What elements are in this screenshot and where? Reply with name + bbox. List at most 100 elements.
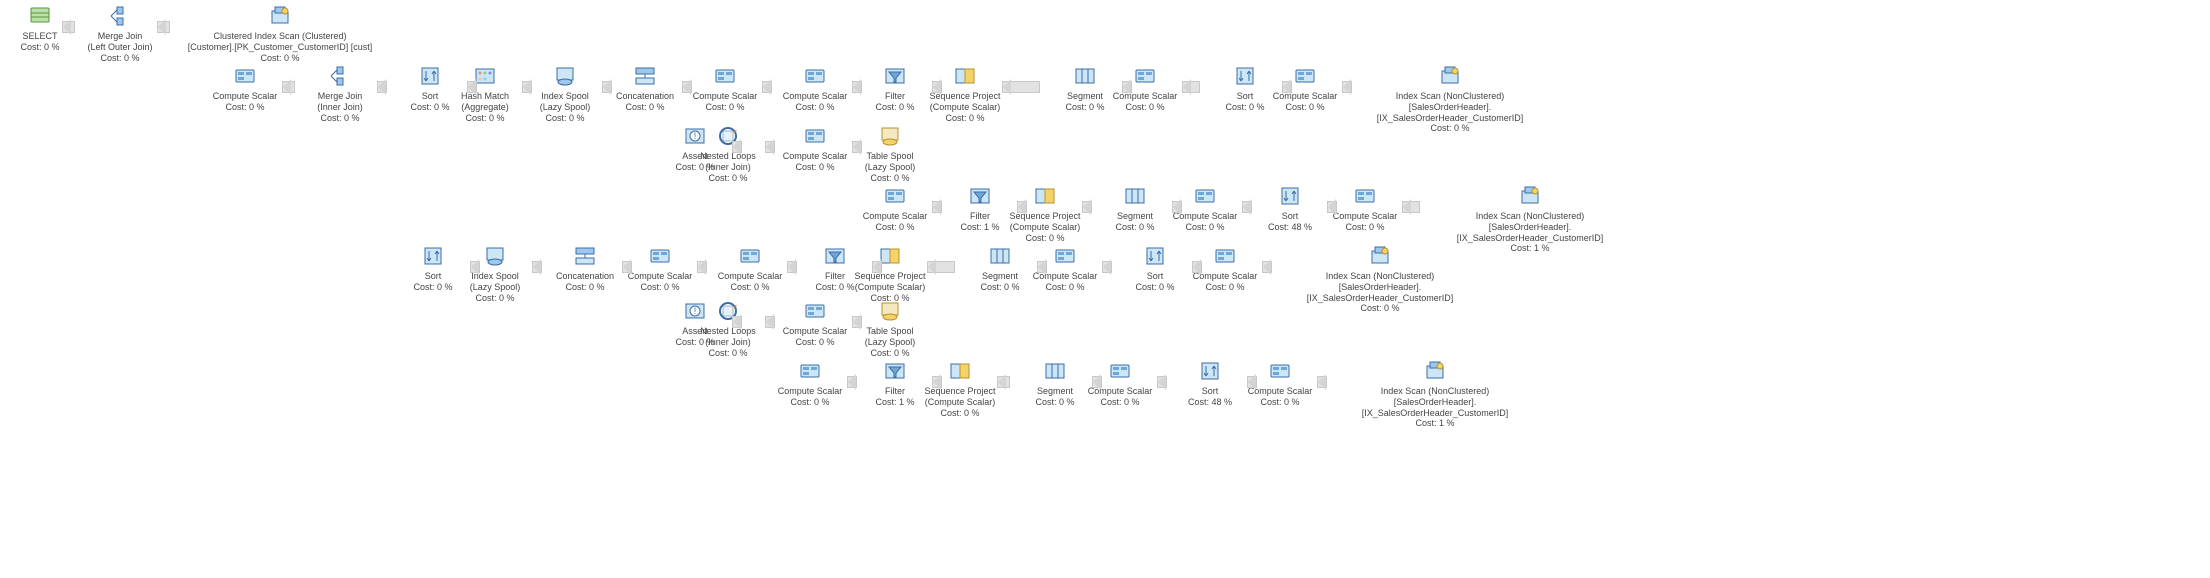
arrow	[1172, 201, 1182, 213]
computescalar-icon	[1194, 185, 1216, 207]
computescalar-icon	[1109, 360, 1131, 382]
node-cost: Cost: 0 %	[1160, 222, 1250, 233]
computescalar-icon	[714, 65, 736, 87]
arrow	[852, 316, 862, 328]
arrow	[852, 141, 862, 153]
seqproj-icon	[1034, 185, 1056, 207]
node-cost: Cost: 0 %	[765, 397, 855, 408]
node-subtitle: [SalesOrderHeader].[IX_SalesOrderHeader_…	[1270, 282, 1490, 304]
plan-node-ixscan2[interactable]: Index Scan (NonClustered)[SalesOrderHead…	[1420, 185, 1640, 254]
arrow	[762, 81, 772, 93]
arrow	[282, 81, 295, 93]
node-cost: Cost: 0 %	[1020, 282, 1110, 293]
seqproj-icon	[954, 65, 976, 87]
node-title: Clustered Index Scan (Clustered)	[170, 31, 390, 42]
node-cost: Cost: 0 %	[1340, 123, 1560, 134]
node-subtitle: [SalesOrderHeader].[IX_SalesOrderHeader_…	[1420, 222, 1640, 244]
node-subtitle: (Compute Scalar)	[920, 102, 1010, 113]
arrow	[932, 201, 942, 213]
node-cost: Cost: 0 %	[683, 348, 773, 359]
arrow	[1157, 376, 1167, 388]
plan-node-ixscan1[interactable]: Index Scan (NonClustered)[SalesOrderHead…	[1340, 65, 1560, 134]
filter-icon	[824, 245, 846, 267]
computescalar-icon	[804, 300, 826, 322]
sort-icon	[1199, 360, 1221, 382]
node-cost: Cost: 0 %	[850, 222, 940, 233]
ixscan-icon	[1439, 65, 1461, 87]
spool-icon	[554, 65, 576, 87]
node-cost: Cost: 0 %	[1260, 102, 1350, 113]
computescalar-icon	[799, 360, 821, 382]
computescalar-icon	[1269, 360, 1291, 382]
node-cost: Cost: 0 %	[1320, 222, 1410, 233]
node-cost: Cost: 0 %	[170, 53, 390, 64]
computescalar-icon	[649, 245, 671, 267]
concat-icon	[574, 245, 596, 267]
arrow	[732, 316, 742, 328]
tablespool-icon	[879, 125, 901, 147]
arrow	[622, 261, 632, 273]
mergejoin-icon	[109, 5, 131, 27]
plan-node-ixscan4[interactable]: Index Scan (NonClustered)[SalesOrderHead…	[1325, 360, 1545, 429]
mergejoin-icon	[329, 65, 351, 87]
arrow	[1342, 81, 1352, 93]
seqproj-icon	[949, 360, 971, 382]
arrow	[732, 141, 742, 153]
node-cost: Cost: 0 %	[75, 53, 165, 64]
plan-node-ixscan3[interactable]: Index Scan (NonClustered)[SalesOrderHead…	[1270, 245, 1490, 314]
node-cost: Cost: 0 %	[615, 282, 705, 293]
filter-icon	[884, 360, 906, 382]
arrow	[1037, 261, 1047, 273]
node-cost: Cost: 0 %	[920, 113, 1010, 124]
arrow	[765, 316, 775, 328]
segment-icon	[1074, 65, 1096, 87]
filter-icon	[884, 65, 906, 87]
arrow	[997, 376, 1010, 388]
arrow	[1082, 201, 1092, 213]
arrow	[62, 21, 75, 33]
arrow	[1192, 261, 1202, 273]
computescalar-icon	[804, 125, 826, 147]
node-title: Index Scan (NonClustered)	[1325, 386, 1545, 397]
node-cost: Cost: 0 %	[600, 102, 690, 113]
sort-icon	[422, 245, 444, 267]
arrow	[787, 261, 797, 273]
arrow	[1262, 261, 1272, 273]
node-subtitle: (Compute Scalar)	[915, 397, 1005, 408]
arrow	[1092, 376, 1102, 388]
node-cost: Cost: 0 %	[295, 113, 385, 124]
node-cost: Cost: 0 %	[705, 282, 795, 293]
ixscan-icon	[1369, 245, 1391, 267]
node-title: Index Scan (NonClustered)	[1270, 271, 1490, 282]
sort-icon	[1279, 185, 1301, 207]
node-cost: Cost: 0 %	[915, 408, 1005, 419]
computescalar-icon	[1294, 65, 1316, 87]
arrow	[847, 376, 857, 388]
node-cost: Cost: 0 %	[770, 102, 860, 113]
node-subtitle: (Lazy Spool)	[450, 282, 540, 293]
arrow	[765, 141, 775, 153]
plan-node-cis[interactable]: Clustered Index Scan (Clustered)[Custome…	[170, 5, 390, 63]
arrow	[852, 81, 862, 93]
node-cost: Cost: 0 %	[1270, 303, 1490, 314]
select-icon	[29, 5, 51, 27]
arrow	[377, 81, 387, 93]
arrow	[1282, 81, 1292, 93]
segment-icon	[1044, 360, 1066, 382]
arrow	[1242, 201, 1252, 213]
node-title: Index Scan (NonClustered)	[1340, 91, 1560, 102]
node-cost: Cost: 0 %	[1235, 397, 1325, 408]
node-subtitle: (Inner Join)	[295, 102, 385, 113]
arrow	[872, 261, 882, 273]
arrow	[1402, 201, 1420, 213]
concat-icon	[634, 65, 656, 87]
sort-icon	[1144, 245, 1166, 267]
arrow	[932, 81, 942, 93]
segment-icon	[1124, 185, 1146, 207]
node-subtitle: (Aggregate)	[440, 102, 530, 113]
segment-icon	[989, 245, 1011, 267]
node-subtitle: (Inner Join)	[683, 337, 773, 348]
computescalar-icon	[1054, 245, 1076, 267]
computescalar-icon	[1214, 245, 1236, 267]
node-cost: Cost: 0 %	[1180, 282, 1270, 293]
